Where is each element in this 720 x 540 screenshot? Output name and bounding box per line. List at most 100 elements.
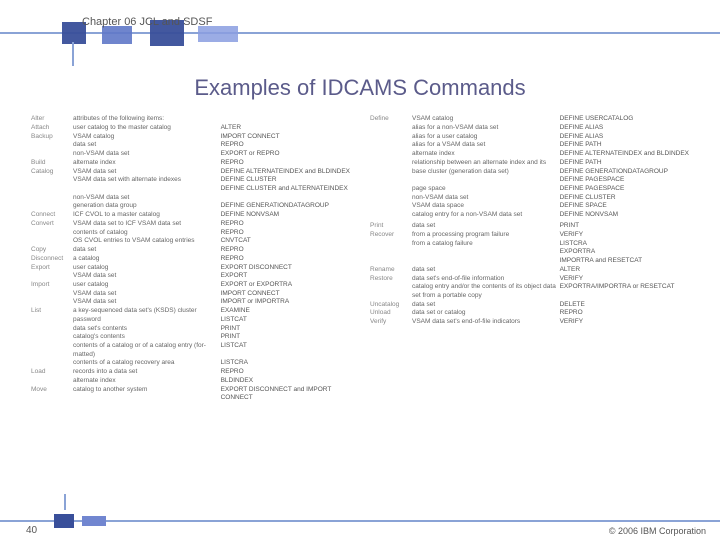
table-row: DEFINE PAGESPACE: [369, 176, 690, 185]
cmd-idcams: BLDINDEX: [220, 377, 351, 386]
right-table: DefineVSAM catalogDEFINE USERCATALOGalia…: [369, 115, 690, 327]
cmd-desc: a catalog: [72, 255, 220, 264]
cmd-key: Convert: [30, 220, 72, 229]
cmd-idcams: DEFINE NONVSAM: [220, 211, 351, 220]
cmd-idcams: DEFINE ALIAS: [559, 132, 690, 141]
cmd-key: Build: [30, 159, 72, 168]
cmd-idcams: REPRO: [220, 255, 351, 264]
cmd-idcams: DEFINE PATH: [559, 141, 690, 150]
cmd-desc: catalog entry and/or the contents of its…: [411, 283, 559, 292]
table-row: page spaceDEFINE PAGESPACE: [369, 185, 690, 194]
cmd-idcams: DELETE: [559, 300, 690, 309]
cmd-idcams: EXPORT DISCONNECT: [220, 263, 351, 272]
table-row: alias for a non-VSAM data setDEFINE ALIA…: [369, 124, 690, 133]
table-row: Loadrecords into a data setREPRO: [30, 368, 351, 377]
cmd-desc: password: [72, 316, 220, 325]
cmd-key: [369, 292, 411, 301]
cmd-idcams: EXPORT or EXPORTRA: [220, 281, 351, 290]
cmd-key: Attach: [30, 124, 72, 133]
cmd-key: [369, 239, 411, 248]
cmd-idcams: REPRO: [220, 228, 351, 237]
cmd-key: Verify: [369, 318, 411, 327]
cmd-key: Unload: [369, 309, 411, 318]
table-row: VSAM data setEXPORT: [30, 272, 351, 281]
page-title: Examples of IDCAMS Commands: [0, 75, 720, 101]
cmd-idcams: DEFINE ALTERNATEINDEX and BLDINDEX: [559, 150, 690, 159]
cmd-desc: alternate index: [411, 150, 559, 159]
cmd-desc: VSAM data set with alternate indexes: [72, 176, 220, 185]
cmd-idcams: REPRO: [220, 159, 351, 168]
cmd-desc: data set: [411, 266, 559, 275]
cmd-desc: data set's end-of-file information: [411, 274, 559, 283]
cmd-idcams: DEFINE CLUSTER and ALTERNATEINDEX: [220, 185, 351, 194]
cmd-key: Recover: [369, 231, 411, 240]
cmd-desc: data set: [411, 222, 559, 231]
cmd-idcams: [220, 193, 351, 202]
cmd-desc: data set: [72, 141, 220, 150]
cmd-desc: alias for a user catalog: [411, 132, 559, 141]
cmd-desc: [411, 176, 559, 185]
cmd-desc: VSAM catalog: [72, 132, 220, 141]
cmd-key: [369, 257, 411, 266]
table-row: Lista key-sequenced data set's (KSDS) cl…: [30, 307, 351, 316]
cmd-desc: set from a portable copy: [411, 292, 559, 301]
cmd-key: Catalog: [30, 167, 72, 176]
cmd-idcams: EXAMINE: [220, 307, 351, 316]
cmd-key: [369, 124, 411, 133]
cmd-idcams: IMPORT CONNECT: [220, 132, 351, 141]
cmd-key: List: [30, 307, 72, 316]
cmd-idcams: DEFINE PAGESPACE: [559, 176, 690, 185]
table-row: passwordLISTCAT: [30, 316, 351, 325]
cmd-idcams: IMPORT CONNECT: [220, 289, 351, 298]
cmd-key: Move: [30, 385, 72, 394]
cmd-key: Load: [30, 368, 72, 377]
table-row: DefineVSAM catalogDEFINE USERCATALOG: [369, 115, 690, 124]
table-row: VSAM data setIMPORT or IMPORTRA: [30, 298, 351, 307]
table-row: VSAM data spaceDEFINE SPACE: [369, 202, 690, 211]
cmd-key: [30, 342, 72, 351]
table-row: ConnectICF CVOL to a master catalogDEFIN…: [30, 211, 351, 220]
cmd-desc: catalog's contents: [72, 333, 220, 342]
table-row: catalog's contentsPRINT: [30, 333, 351, 342]
table-row: generation data groupDEFINE GENERATIONDA…: [30, 202, 351, 211]
cmd-desc: matted): [72, 350, 220, 359]
cmd-desc: data set or catalog: [411, 309, 559, 318]
table-row: CONNECT: [30, 394, 351, 403]
cmd-idcams: DEFINE ALIAS: [559, 124, 690, 133]
table-row: DEFINE CLUSTER and ALTERNATEINDEX: [30, 185, 351, 194]
cmd-key: Export: [30, 263, 72, 272]
cmd-key: Uncatalog: [369, 300, 411, 309]
cmd-idcams: LISTCRA: [220, 359, 351, 368]
cmd-key: [30, 289, 72, 298]
cmd-idcams: DEFINE GENERATIONDATAGROUP: [220, 202, 351, 211]
cmd-desc: alternate index: [72, 377, 220, 386]
right-column: DefineVSAM catalogDEFINE USERCATALOGalia…: [369, 115, 690, 490]
cmd-idcams: PRINT: [559, 222, 690, 231]
cmd-idcams: DEFINE SPACE: [559, 202, 690, 211]
cmd-desc: data set: [72, 246, 220, 255]
cmd-key: [369, 211, 411, 220]
copyright: © 2006 IBM Corporation: [609, 526, 706, 536]
table-row: Buildalternate indexREPRO: [30, 159, 351, 168]
cmd-desc: data set: [411, 300, 559, 309]
cmd-key: [30, 324, 72, 333]
table-row: Uncatalogdata setDELETE: [369, 300, 690, 309]
table-row: set from a portable copy: [369, 292, 690, 301]
cmd-key: Copy: [30, 246, 72, 255]
cmd-desc: catalog to another system: [72, 385, 220, 394]
cmd-idcams: REPRO: [220, 368, 351, 377]
cmd-key: [369, 141, 411, 150]
cmd-key: [30, 141, 72, 150]
cmd-key: [30, 150, 72, 159]
cmd-idcams: [220, 115, 351, 124]
chapter-label: Chapter 06 JCL and SDSF: [82, 16, 212, 28]
table-row: ConvertVSAM data set to ICF VSAM data se…: [30, 220, 351, 229]
cmd-idcams: DEFINE USERCATALOG: [559, 115, 690, 124]
table-row: Movecatalog to another systemEXPORT DISC…: [30, 385, 351, 394]
table-row: Restoredata set's end-of-file informatio…: [369, 274, 690, 283]
cmd-key: [369, 167, 411, 176]
cmd-key: Import: [30, 281, 72, 290]
cmd-desc: VSAM data set's end-of-file indicators: [411, 318, 559, 327]
cmd-idcams: PRINT: [220, 333, 351, 342]
cmd-key: [369, 248, 411, 257]
